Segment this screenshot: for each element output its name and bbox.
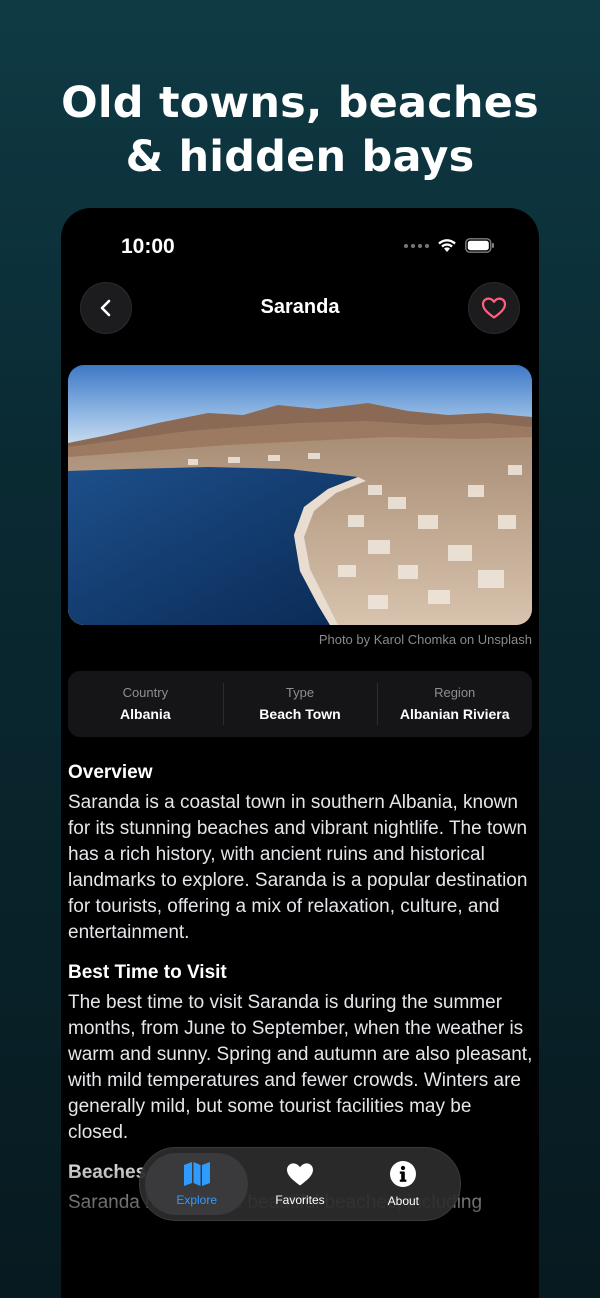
tab-label: About bbox=[387, 1194, 419, 1208]
tab-label: Favorites bbox=[275, 1193, 325, 1207]
destination-photo bbox=[68, 365, 532, 625]
headline-line-2: & hidden bays bbox=[125, 132, 475, 182]
wifi-icon bbox=[438, 239, 456, 252]
info-value: Albania bbox=[120, 706, 171, 722]
info-icon bbox=[390, 1161, 417, 1187]
tab-bar: Explore Favorites About bbox=[139, 1147, 461, 1221]
section-body-overview: Saranda is a coastal town in southern Al… bbox=[68, 792, 528, 943]
tab-about[interactable]: About bbox=[352, 1153, 455, 1215]
navigation-bar: Saranda bbox=[61, 282, 539, 336]
favorite-button[interactable] bbox=[468, 282, 520, 334]
info-value: Albanian Riviera bbox=[399, 706, 510, 722]
info-card: Country Albania Type Beach Town Region A… bbox=[68, 671, 532, 737]
heart-icon bbox=[286, 1163, 313, 1186]
map-icon bbox=[183, 1162, 210, 1186]
info-label: Region bbox=[434, 685, 476, 700]
phone-screen: 10:00 Saranda Photo by Karol Chomka on U… bbox=[61, 208, 539, 1298]
headline-line-1: Old towns, beaches bbox=[61, 78, 539, 128]
tab-favorites[interactable]: Favorites bbox=[248, 1153, 351, 1215]
info-label: Country bbox=[122, 685, 169, 700]
status-time: 10:00 bbox=[121, 235, 175, 258]
signal-icon bbox=[404, 243, 429, 248]
section-body-best-time: The best time to visit Saranda is during… bbox=[68, 992, 533, 1143]
section-title-overview: Overview bbox=[68, 762, 153, 783]
photo-credit[interactable]: Photo by Karol Chomka on Unsplash bbox=[319, 632, 532, 647]
info-label: Type bbox=[285, 685, 315, 700]
info-region: Region Albanian Riviera bbox=[377, 671, 532, 737]
section-title-best-time: Best Time to Visit bbox=[68, 962, 227, 983]
tab-label: Explore bbox=[176, 1193, 217, 1207]
tab-explore[interactable]: Explore bbox=[145, 1153, 249, 1215]
info-country: Country Albania bbox=[68, 671, 223, 737]
battery-icon bbox=[465, 238, 494, 253]
info-value: Beach Town bbox=[259, 706, 341, 722]
status-bar: 10:00 bbox=[61, 208, 539, 278]
info-type: Type Beach Town bbox=[222, 671, 378, 737]
status-icons bbox=[404, 238, 495, 253]
heart-outline-icon bbox=[481, 297, 507, 319]
promo-headline: Old towns, beaches & hidden bays bbox=[0, 76, 600, 184]
